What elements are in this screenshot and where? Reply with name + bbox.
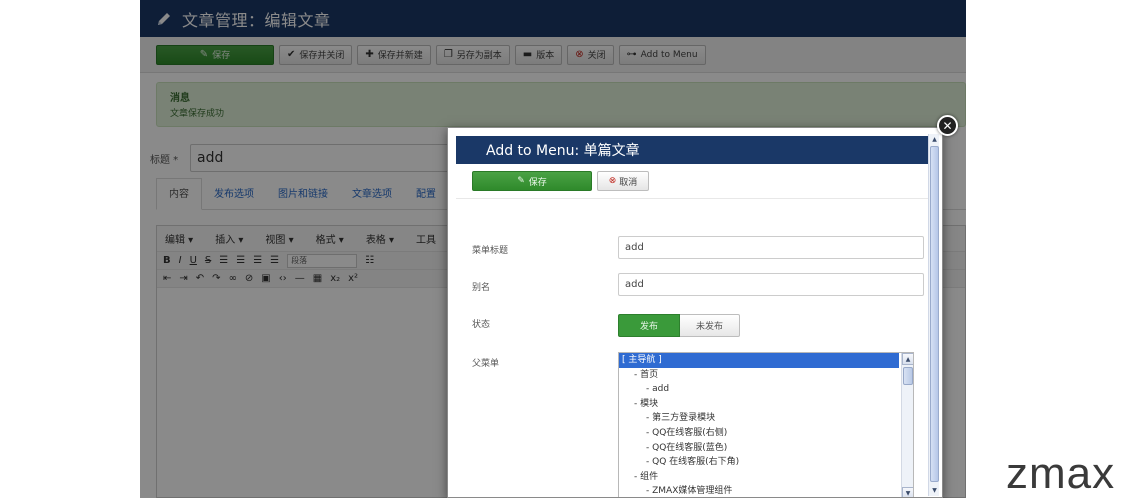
- modal-save-button[interactable]: ✎ 保存: [472, 171, 592, 191]
- edit-icon: ✎: [517, 176, 525, 186]
- parent-menu-option[interactable]: - QQ在线客服(右侧): [619, 426, 899, 441]
- menu-title-label: 菜单标题: [472, 246, 509, 256]
- scroll-down-arrow-icon[interactable]: ▼: [902, 487, 913, 497]
- cancel-icon: ⊗: [608, 176, 617, 186]
- parent-menu-option[interactable]: [ 主导航 ]: [619, 353, 899, 368]
- parent-menu-option[interactable]: - ZMAX媒体管理组件: [619, 484, 899, 497]
- modal-close-icon[interactable]: ✕: [937, 115, 958, 136]
- scroll-up-arrow-icon[interactable]: ▲: [902, 353, 913, 365]
- parent-menu-option[interactable]: - 模块: [619, 397, 899, 412]
- parent-menu-options: [ 主导航 ] - 首页 - add - 模块 - 第三方登录模块 - QQ在线客服(右侧…: [619, 353, 899, 497]
- parent-menu-option[interactable]: - QQ在线客服(蓝色): [619, 441, 899, 456]
- modal-cancel-button[interactable]: ⊗ 取消: [597, 171, 649, 191]
- alias-label: 别名: [472, 283, 491, 293]
- modal-header: Add to Menu: 单篇文章: [456, 136, 930, 164]
- menu-title-input[interactable]: add: [618, 236, 924, 259]
- status-toggle: 发布 未发布: [618, 314, 740, 337]
- modal-toolbar: ✎ 保存 ⊗ 取消: [456, 164, 930, 198]
- status-unpublished-button[interactable]: 未发布: [680, 314, 740, 337]
- parent-menu-select[interactable]: [ 主导航 ] - 首页 - add - 模块 - 第三方登录模块 - QQ在线客服(右侧…: [618, 352, 914, 497]
- parent-menu-option[interactable]: - add: [619, 382, 899, 397]
- parent-menu-label: 父菜单: [472, 359, 500, 369]
- status-published-button[interactable]: 发布: [618, 314, 680, 337]
- add-to-menu-modal: Add to Menu: 单篇文章 ✎ 保存 ⊗ 取消 菜单标题 add 别名 …: [447, 127, 943, 498]
- alias-input[interactable]: add: [618, 273, 924, 296]
- parent-menu-option[interactable]: - 第三方登录模块: [619, 411, 899, 426]
- modal-form: 菜单标题 add 别名 add 状态 发布 未发布 父菜单 [ 主导航 ] - 首…: [456, 198, 930, 497]
- parent-menu-option[interactable]: - 组件: [619, 470, 899, 485]
- modal-title: Add to Menu: 单篇文章: [486, 143, 640, 159]
- parent-list-scrollbar[interactable]: ▲ ▼: [901, 353, 913, 497]
- zmax-watermark: zmax: [1006, 449, 1116, 498]
- scroll-down-arrow-icon[interactable]: ▼: [929, 485, 940, 496]
- modal-content: Add to Menu: 单篇文章 ✎ 保存 ⊗ 取消 菜单标题 add 别名 …: [456, 136, 930, 497]
- scroll-up-arrow-icon[interactable]: ▲: [929, 134, 940, 145]
- modal-scrollbar[interactable]: ▲ ▼: [928, 134, 939, 496]
- status-label: 状态: [472, 320, 491, 330]
- modal-scroll-thumb[interactable]: [930, 146, 939, 482]
- parent-menu-option[interactable]: - 首页: [619, 368, 899, 383]
- parent-menu-option[interactable]: - QQ 在线客服(右下角): [619, 455, 899, 470]
- scroll-thumb[interactable]: [903, 367, 913, 385]
